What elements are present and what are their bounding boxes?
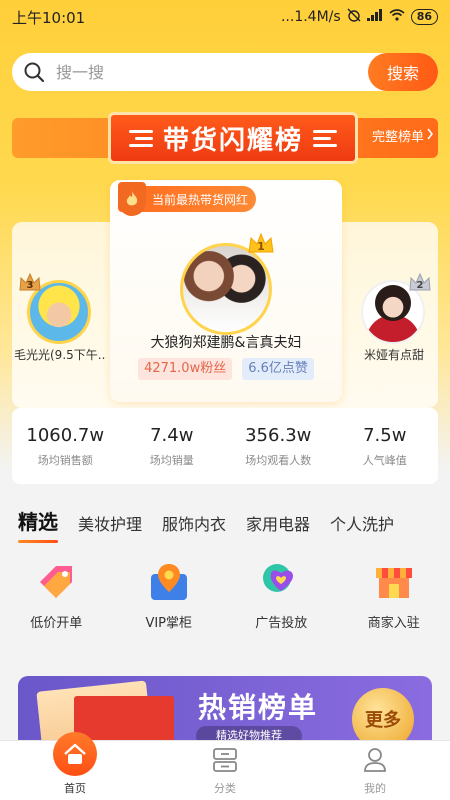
likes-badge: 6.6亿点赞 <box>242 358 314 380</box>
chevron-right-icon <box>426 128 434 144</box>
tab-featured[interactable]: 精选 <box>18 506 58 543</box>
stat-value: 1060.7w <box>26 424 105 446</box>
feature-label: 低价开单 <box>30 616 83 631</box>
battery-icon: 86 <box>410 9 438 25</box>
feature-label: 商家入驻 <box>367 616 420 631</box>
nav-category[interactable]: 分类 <box>150 741 300 800</box>
rank-3-number: 3 <box>26 279 34 291</box>
status-time: 上午10:01 <box>12 8 86 27</box>
fans-badge: 4271.0w粉丝 <box>138 358 233 380</box>
search-icon <box>12 61 56 83</box>
search-input[interactable] <box>56 62 368 82</box>
feature-low-price[interactable]: 低价开单 <box>0 560 113 650</box>
tab-apparel[interactable]: 服饰内衣 <box>162 511 226 535</box>
full-list-link[interactable]: 完整榜单 <box>372 126 434 145</box>
search-bar: 搜索 <box>12 53 438 91</box>
flame-icon <box>118 182 146 216</box>
wifi-icon <box>389 9 405 25</box>
stat-label: 场均销量 <box>149 453 194 467</box>
tab-appliances[interactable]: 家用电器 <box>246 511 310 535</box>
stat-value: 356.3w <box>245 424 312 446</box>
decor-lines-left <box>128 129 153 147</box>
nav-category-label: 分类 <box>214 782 236 795</box>
stat-avg-viewers: 356.3w 场均观看人数 <box>225 408 332 484</box>
stat-label: 场均销售额 <box>37 453 93 467</box>
price-tag-icon <box>34 560 78 604</box>
network-speed: ...1.4M/s <box>280 9 341 25</box>
decor-lines-right <box>313 129 337 147</box>
stat-label: 人气峰值 <box>362 453 407 467</box>
stat-avg-volume: 7.4w 场均销量 <box>119 408 226 484</box>
category-icon <box>212 747 238 776</box>
stat-value: 7.5w <box>363 424 407 446</box>
location-pin-icon <box>147 560 191 604</box>
stat-peak-popularity: 7.5w 人气峰值 <box>332 408 439 484</box>
store-icon <box>372 560 416 604</box>
crown-bronze-icon: 3 <box>18 272 42 292</box>
rank-1-badges: 4271.0w粉丝 6.6亿点赞 <box>110 358 342 380</box>
search-button[interactable]: 搜索 <box>368 53 438 91</box>
avatar-rank-1[interactable] <box>180 243 272 335</box>
profile-icon <box>362 747 388 776</box>
category-tabs: 精选 美妆护理 服饰内衣 家用电器 个人洗护 <box>18 506 394 543</box>
feature-merchant[interactable]: 商家入驻 <box>338 560 450 650</box>
nav-profile[interactable]: 我的 <box>300 741 450 800</box>
bottom-nav: 首页 分类 我的 <box>0 732 450 800</box>
status-icons: ...1.4M/s 86 <box>281 8 438 26</box>
feature-grid: 低价开单 VIP掌柜 广告投放 商家入驻 <box>0 560 450 650</box>
stat-value: 7.4w <box>150 424 194 446</box>
crown-gold-icon: 1 <box>247 232 275 254</box>
stat-avg-sales: 1060.7w 场均销售额 <box>12 408 119 484</box>
nav-profile-label: 我的 <box>364 782 386 795</box>
rank-1-number: 1 <box>257 239 265 253</box>
feature-ads[interactable]: 广告投放 <box>225 560 338 650</box>
hot-tag-label: 当前最热带货网红 <box>152 192 249 207</box>
rank-1-name: 大狼狗郑建鹏&言真夫妇 <box>150 335 302 351</box>
home-icon <box>53 732 97 776</box>
tab-personal-care[interactable]: 个人洗护 <box>330 511 394 535</box>
feature-label: VIP掌柜 <box>145 616 193 631</box>
heart-chat-icon <box>259 560 303 604</box>
crown-silver-icon: 2 <box>408 272 432 292</box>
rank-3-name: 毛光光(9.5下午... <box>14 348 106 362</box>
feature-vip[interactable]: VIP掌柜 <box>113 560 226 650</box>
nav-home[interactable]: 首页 <box>0 732 150 800</box>
tab-beauty[interactable]: 美妆护理 <box>78 511 142 535</box>
rank-2-number: 2 <box>416 279 424 291</box>
hot-influencer-tag: 当前最热带货网红 <box>118 182 256 216</box>
stat-label: 场均观看人数 <box>245 453 312 467</box>
ranking-banner: 带货闪耀榜 完整榜单 <box>12 112 438 164</box>
feature-label: 广告投放 <box>255 616 308 631</box>
stats-row: 1060.7w 场均销售额 7.4w 场均销量 356.3w 场均观看人数 7.… <box>12 408 438 484</box>
banner-title-box: 带货闪耀榜 <box>108 112 358 164</box>
alarm-off-icon <box>347 8 361 26</box>
signal-icon <box>366 9 383 25</box>
nav-home-label: 首页 <box>64 782 86 795</box>
status-bar: 上午10:01 ...1.4M/s 86 <box>0 0 450 34</box>
hot-sales-title: 热销榜单 <box>198 691 319 724</box>
rank-2-name: 米娅有点甜 <box>363 348 424 362</box>
banner-title: 带货闪耀榜 <box>162 125 303 156</box>
full-list-label: 完整榜单 <box>371 130 424 145</box>
